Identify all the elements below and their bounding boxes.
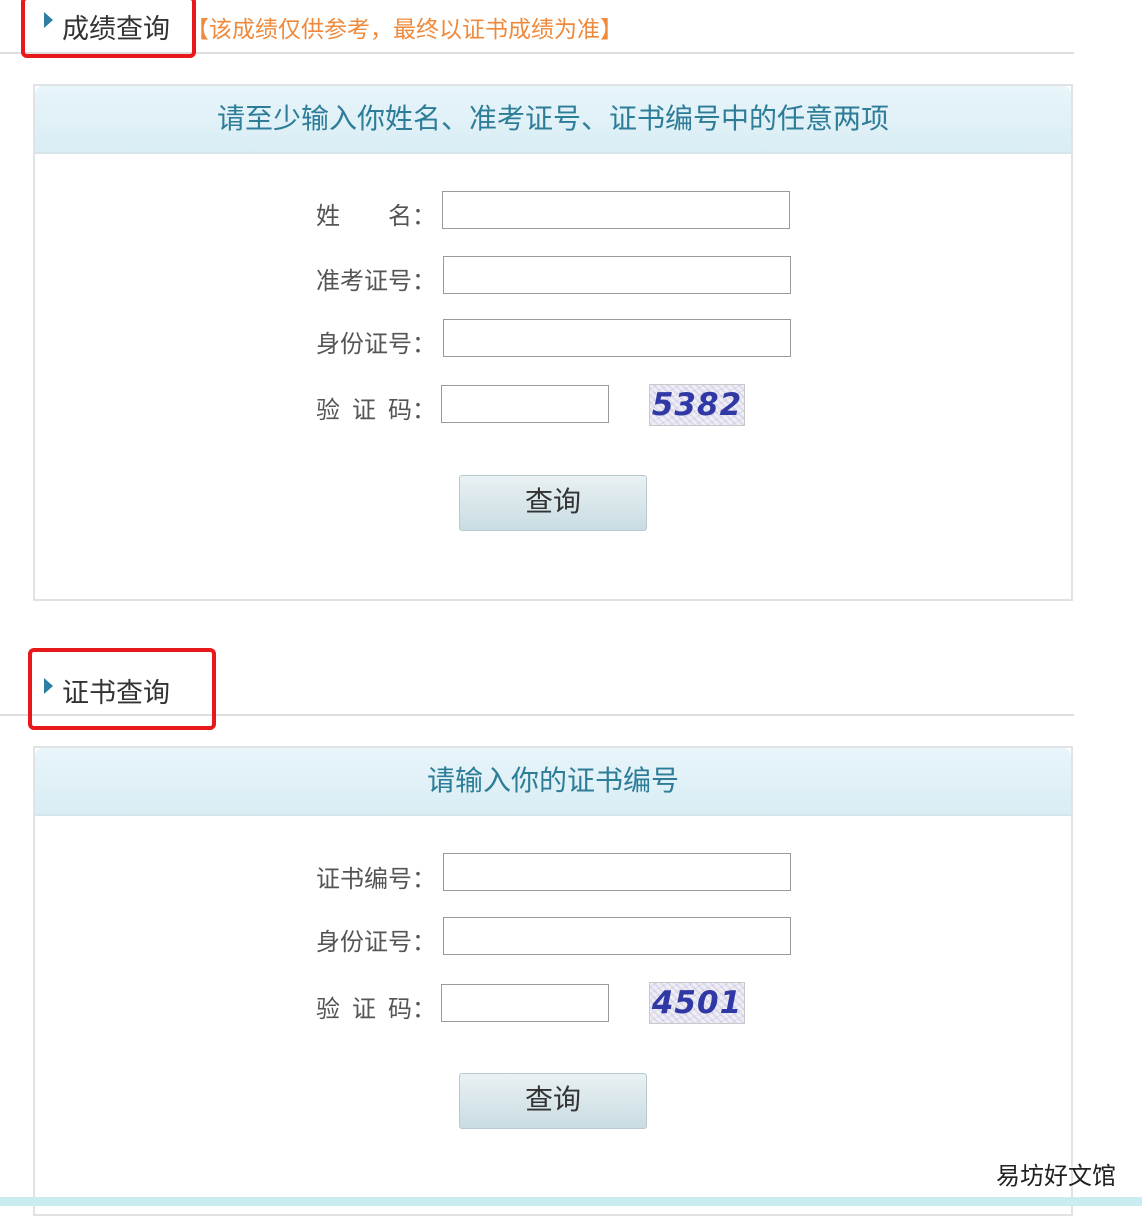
score-disclaimer-note: 【该成绩仅供参考，最终以证书成绩为准】 [186, 17, 623, 43]
bottom-strip [0, 1197, 1142, 1206]
id-number-label: 身份证号： [316, 330, 436, 358]
captcha-input[interactable] [441, 385, 609, 423]
name-label: 姓 名： [316, 202, 436, 230]
cert-panel-header: 请输入你的证书编号 [35, 748, 1071, 816]
cert-captcha-image[interactable]: 4501 [649, 982, 745, 1024]
exam-number-label: 准考证号： [316, 267, 436, 295]
cert-number-label: 证书编号： [316, 865, 436, 893]
cert-captcha-input[interactable] [441, 984, 609, 1022]
cert-query-panel: 请输入你的证书编号 [33, 746, 1073, 1216]
captcha-image[interactable]: 5382 [649, 384, 745, 426]
cert-id-number-input[interactable] [443, 917, 791, 955]
cert-captcha-label: 验 证 码： [316, 995, 436, 1023]
cert-id-number-label: 身份证号： [316, 928, 436, 956]
cert-query-button[interactable]: 查询 [459, 1073, 647, 1129]
exam-number-input[interactable] [443, 256, 791, 294]
watermark-text: 易坊好文馆 [996, 1162, 1116, 1190]
score-query-button[interactable]: 查询 [459, 475, 647, 531]
captcha-label: 验 证 码： [316, 396, 436, 424]
name-input[interactable] [442, 191, 790, 229]
highlight-box-cert-title [28, 648, 216, 730]
score-panel-header: 请至少输入你姓名、准考证号、证书编号中的任意两项 [35, 86, 1071, 154]
highlight-box-score-title [21, 0, 196, 58]
id-number-input[interactable] [443, 319, 791, 357]
cert-number-input[interactable] [443, 853, 791, 891]
